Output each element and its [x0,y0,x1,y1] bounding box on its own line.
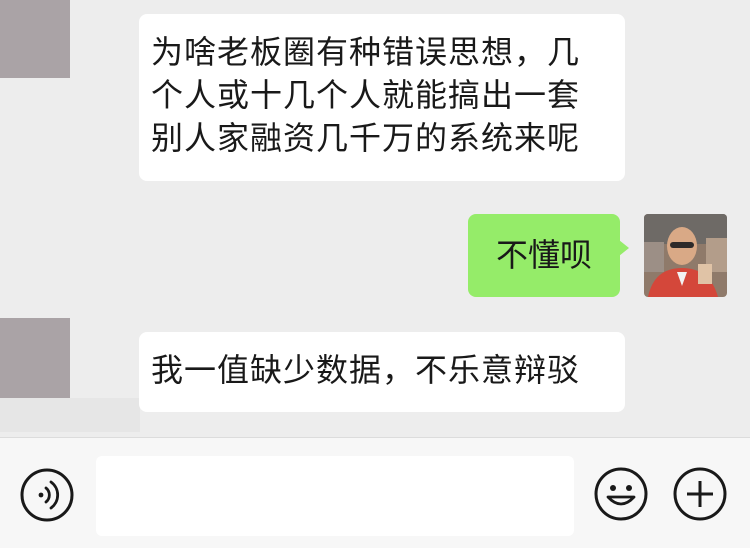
voice-icon[interactable] [19,467,75,523]
message-text-line: 个人或十几个人就能搞出一套 [151,76,581,114]
message-input[interactable] [96,456,574,536]
divider-shade [0,398,140,432]
message-text: 我一值缺少数据，不乐意辩驳 [151,351,581,389]
message-text: 不懂呗 [495,236,592,274]
input-bar [0,437,750,548]
avatar-photo [644,214,727,297]
my-avatar[interactable] [644,214,727,297]
chat-area: 为啥老板圈有种错误思想，几 个人或十几个人就能搞出一套 别人家融资几千万的系统来… [0,0,750,437]
plus-icon[interactable] [672,466,728,522]
contact-avatar[interactable] [0,0,70,78]
contact-avatar[interactable] [0,318,70,398]
received-message-bubble[interactable]: 我一值缺少数据，不乐意辩驳 [139,332,625,412]
message-text-line: 别人家融资几千万的系统来呢 [151,119,581,157]
sent-message-bubble[interactable]: 不懂呗 [468,214,629,297]
message-text-line: 为啥老板圈有种错误思想，几 [151,33,581,71]
received-message-bubble[interactable]: 为啥老板圈有种错误思想，几 个人或十几个人就能搞出一套 别人家融资几千万的系统来… [139,14,625,181]
emoji-icon[interactable] [593,466,649,522]
